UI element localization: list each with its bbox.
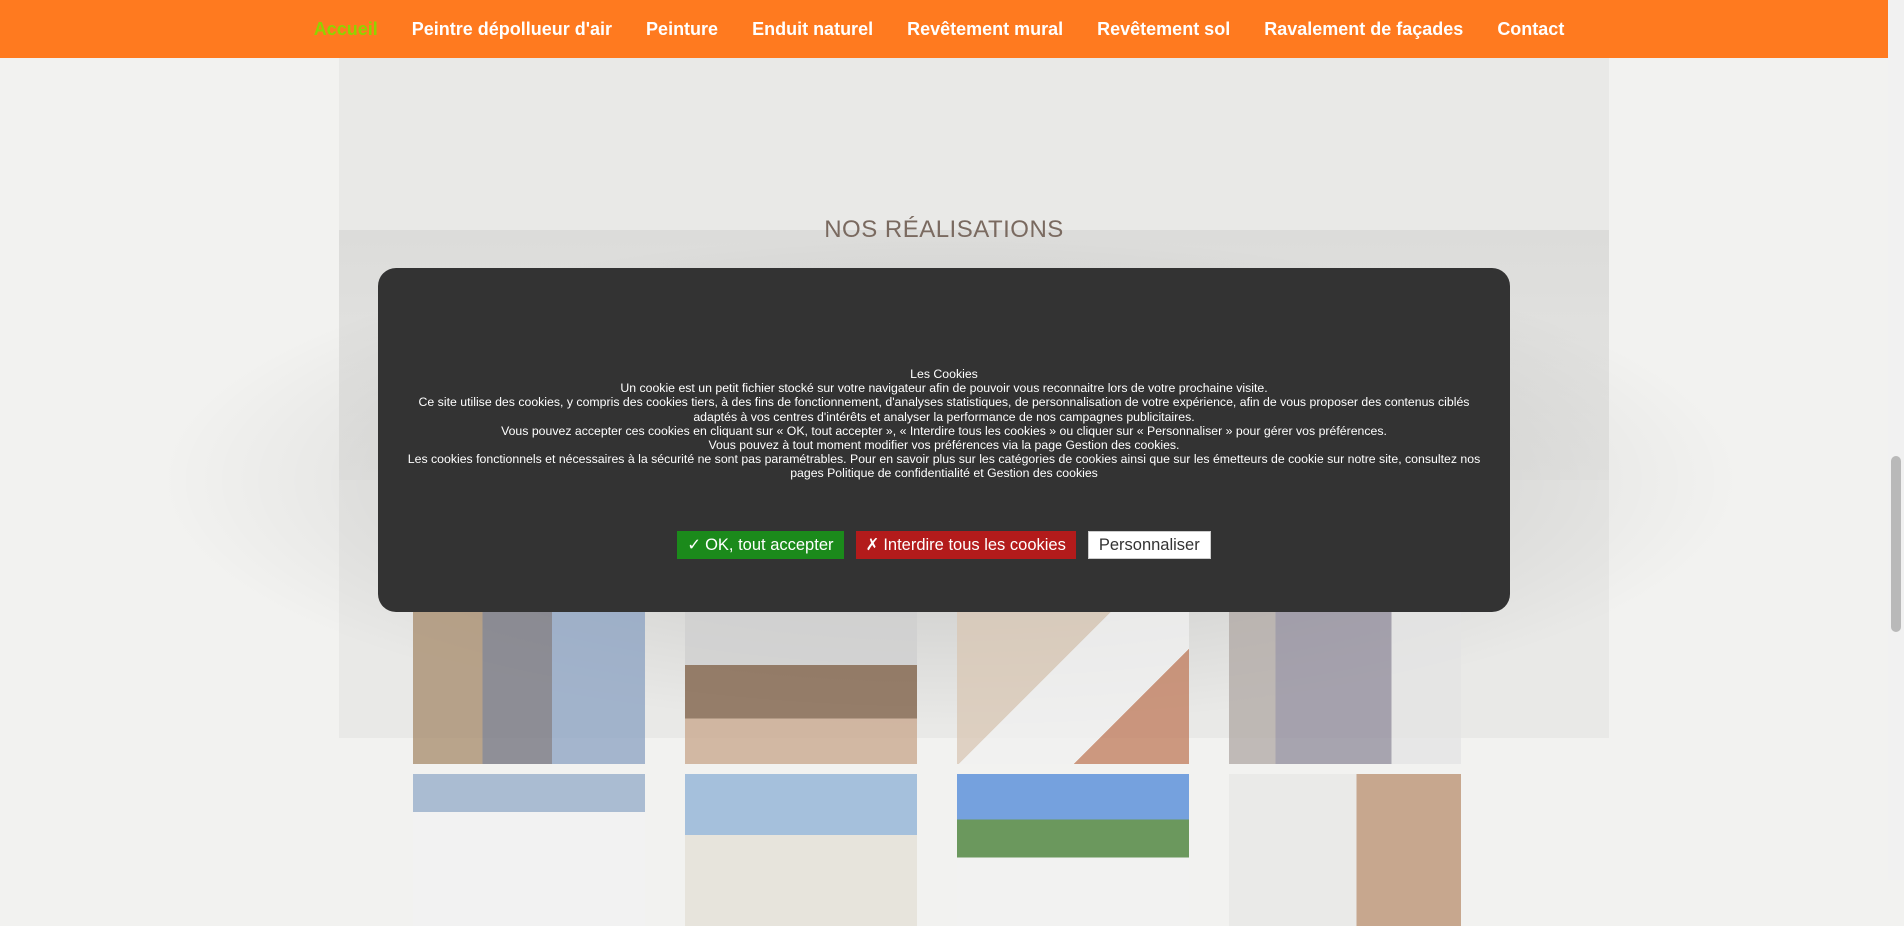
cookie-line: Ce site utilise des cookies, y compris d… — [418, 395, 1470, 424]
nav-item-contact[interactable]: Contact — [1497, 19, 1564, 40]
gallery-image[interactable] — [957, 774, 1189, 926]
nav-list: Accueil Peintre dépollueur d'air Peintur… — [314, 19, 1565, 40]
interior-living-room-photo — [1229, 612, 1461, 764]
accept-all-button[interactable]: ✓ OK, tout accepter — [677, 531, 844, 559]
cookie-title: Les Cookies — [910, 367, 978, 381]
page-scrollbar[interactable] — [1888, 0, 1904, 880]
nav-item-peintre-depollueur[interactable]: Peintre dépollueur d'air — [412, 19, 612, 40]
gallery-image[interactable] — [1229, 612, 1461, 764]
cookie-text: Les Cookies Un cookie est un petit fichi… — [402, 367, 1486, 481]
house-garden-photo — [957, 774, 1189, 926]
house-exterior-photo — [685, 774, 917, 926]
cookie-line: Les cookies fonctionnels et nécessaires … — [407, 452, 1481, 481]
accept-label: OK, tout accepter — [705, 535, 834, 554]
cookie-consent-dialog: Les Cookies Un cookie est un petit fichi… — [378, 268, 1510, 612]
cookie-line: Vous pouvez à tout moment modifier vos p… — [708, 438, 1180, 453]
house-facade-photo — [413, 774, 645, 926]
nav-item-peinture[interactable]: Peinture — [646, 19, 718, 40]
interior-hallway-photo — [413, 612, 645, 764]
section-title: NOS RÉALISATIONS — [824, 216, 1064, 243]
gallery-image[interactable] — [685, 612, 917, 764]
gallery-image[interactable] — [413, 612, 645, 764]
nav-item-ravalement[interactable]: Ravalement de façades — [1264, 19, 1463, 40]
nav-item-enduit-naturel[interactable]: Enduit naturel — [752, 19, 873, 40]
cookie-line: Un cookie est un petit fichier stocké su… — [620, 381, 1268, 396]
interior-dining-room-photo — [685, 612, 917, 764]
cross-icon: ✗ — [865, 536, 880, 554]
deny-all-button[interactable]: ✗ Interdire tous les cookies — [855, 531, 1076, 559]
gallery-image[interactable] — [685, 774, 917, 926]
realisations-gallery — [413, 612, 1461, 926]
deny-label: Interdire tous les cookies — [883, 535, 1066, 554]
customize-button[interactable]: Personnaliser — [1087, 531, 1211, 559]
nav-item-revetement-mural[interactable]: Revêtement mural — [907, 19, 1063, 40]
check-icon: ✓ — [687, 536, 702, 554]
gallery-image[interactable] — [413, 774, 645, 926]
interior-room-photo — [1229, 774, 1461, 926]
cookie-line: Vous pouvez accepter ces cookies en cliq… — [501, 423, 1387, 438]
painter-at-work-photo — [957, 612, 1189, 764]
nav-item-accueil[interactable]: Accueil — [314, 19, 378, 40]
nav-item-revetement-sol[interactable]: Revêtement sol — [1097, 19, 1230, 40]
gallery-image[interactable] — [957, 612, 1189, 764]
gallery-image[interactable] — [1229, 774, 1461, 926]
scrollbar-thumb[interactable] — [1891, 456, 1901, 632]
top-navigation: Accueil Peintre dépollueur d'air Peintur… — [0, 0, 1888, 58]
cookie-buttons: ✓ OK, tout accepter ✗ Interdire tous les… — [378, 531, 1510, 559]
